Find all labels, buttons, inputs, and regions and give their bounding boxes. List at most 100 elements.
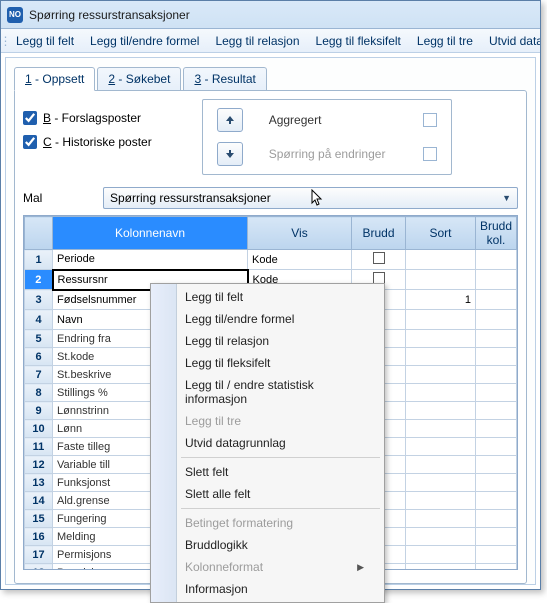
table-row[interactable]: 1PeriodeKode bbox=[25, 250, 517, 270]
context-item[interactable]: Legg til fleksifelt bbox=[151, 352, 384, 374]
row-number[interactable]: 12 bbox=[25, 456, 53, 474]
header-brudd[interactable]: Brudd bbox=[352, 217, 406, 250]
cell-bruddkol[interactable] bbox=[476, 528, 517, 546]
aggregert-checkbox[interactable] bbox=[423, 113, 437, 127]
menubar: ⋮ Legg til felt Legg til/endre formel Le… bbox=[1, 29, 540, 53]
move-up-button[interactable] bbox=[217, 108, 243, 132]
cell-bruddkol[interactable] bbox=[476, 438, 517, 456]
menu-utvid[interactable]: Utvid datagrun bbox=[481, 32, 540, 50]
cell-bruddkol[interactable] bbox=[476, 250, 517, 270]
cell-bruddkol[interactable] bbox=[476, 384, 517, 402]
cell-sort[interactable] bbox=[406, 270, 476, 290]
context-item[interactable]: Slett felt bbox=[151, 461, 384, 483]
cell-name[interactable]: Periode bbox=[53, 250, 248, 270]
cell-sort[interactable] bbox=[406, 438, 476, 456]
tab-oppsett[interactable]: 1 - Oppsett bbox=[14, 67, 95, 91]
row-number[interactable]: 14 bbox=[25, 492, 53, 510]
row-number[interactable]: 18 bbox=[25, 564, 53, 571]
cell-vis[interactable]: Kode bbox=[248, 250, 352, 270]
row-number[interactable]: 3 bbox=[25, 290, 53, 310]
menu-fleksifelt[interactable]: Legg til fleksifelt bbox=[308, 32, 409, 50]
cell-bruddkol[interactable] bbox=[476, 290, 517, 310]
cell-bruddkol[interactable] bbox=[476, 366, 517, 384]
cell-sort[interactable] bbox=[406, 348, 476, 366]
row-number[interactable]: 16 bbox=[25, 528, 53, 546]
sporring-endringer-checkbox[interactable] bbox=[423, 147, 437, 161]
agg-row-up: Aggregert bbox=[217, 108, 437, 132]
cell-bruddkol[interactable] bbox=[476, 510, 517, 528]
chk-b-input[interactable] bbox=[23, 111, 37, 125]
cell-bruddkol[interactable] bbox=[476, 474, 517, 492]
tab-resultat[interactable]: 3 - Resultat bbox=[183, 67, 266, 91]
cell-bruddkol[interactable] bbox=[476, 330, 517, 348]
context-item[interactable]: Legg til / endre statistisk informasjon bbox=[151, 374, 384, 410]
cell-bruddkol[interactable] bbox=[476, 456, 517, 474]
checkbox-column: B - Forslagsposter C - Historiske poster bbox=[23, 99, 152, 175]
menu-endre-formel[interactable]: Legg til/endre formel bbox=[82, 32, 207, 50]
row-number[interactable]: 7 bbox=[25, 366, 53, 384]
context-item[interactable]: Legg til/endre formel bbox=[151, 308, 384, 330]
cell-bruddkol[interactable] bbox=[476, 564, 517, 571]
context-item[interactable]: Legg til felt bbox=[151, 286, 384, 308]
context-item[interactable]: Utvid datagrunnlag bbox=[151, 432, 384, 454]
cell-bruddkol[interactable] bbox=[476, 492, 517, 510]
cell-sort[interactable] bbox=[406, 310, 476, 330]
row-number[interactable]: 10 bbox=[25, 420, 53, 438]
header-corner[interactable] bbox=[25, 217, 53, 250]
row-number[interactable]: 17 bbox=[25, 546, 53, 564]
cell-brudd[interactable] bbox=[352, 250, 406, 270]
context-item-label: Legg til felt bbox=[185, 290, 243, 304]
row-number[interactable]: 15 bbox=[25, 510, 53, 528]
cell-sort[interactable] bbox=[406, 420, 476, 438]
menu-legg-til-felt[interactable]: Legg til felt bbox=[8, 32, 82, 50]
context-item-label: Legg til relasjon bbox=[185, 334, 269, 348]
chk-c-input[interactable] bbox=[23, 135, 37, 149]
cell-sort[interactable] bbox=[406, 330, 476, 348]
cell-sort[interactable]: 1 bbox=[406, 290, 476, 310]
header-kolonnenavn[interactable]: Kolonnenavn bbox=[53, 217, 248, 250]
cell-sort[interactable] bbox=[406, 528, 476, 546]
cell-bruddkol[interactable] bbox=[476, 310, 517, 330]
cell-sort[interactable] bbox=[406, 546, 476, 564]
row-number[interactable]: 13 bbox=[25, 474, 53, 492]
cell-sort[interactable] bbox=[406, 456, 476, 474]
cell-sort[interactable] bbox=[406, 492, 476, 510]
row-number[interactable]: 9 bbox=[25, 402, 53, 420]
cell-bruddkol[interactable] bbox=[476, 546, 517, 564]
header-vis[interactable]: Vis bbox=[248, 217, 352, 250]
header-bruddkol[interactable]: Brudd kol. bbox=[476, 217, 517, 250]
cell-sort[interactable] bbox=[406, 564, 476, 571]
cell-sort[interactable] bbox=[406, 366, 476, 384]
cell-sort[interactable] bbox=[406, 474, 476, 492]
context-item[interactable]: Legg til relasjon bbox=[151, 330, 384, 352]
mal-dropdown[interactable]: Spørring ressurstransaksjoner ▼ bbox=[103, 187, 518, 209]
row-number[interactable]: 6 bbox=[25, 348, 53, 366]
move-down-button[interactable] bbox=[217, 142, 243, 166]
chk-historiske[interactable]: C - Historiske poster bbox=[23, 135, 152, 149]
row-number[interactable]: 11 bbox=[25, 438, 53, 456]
header-sort[interactable]: Sort bbox=[406, 217, 476, 250]
tab-sokebet[interactable]: 2 - Søkebet bbox=[97, 67, 181, 91]
row-number[interactable]: 4 bbox=[25, 310, 53, 330]
row-number[interactable]: 5 bbox=[25, 330, 53, 348]
chk-forslagsposter[interactable]: B - Forslagsposter bbox=[23, 111, 152, 125]
row-number[interactable]: 2 bbox=[25, 270, 53, 290]
cell-bruddkol[interactable] bbox=[476, 402, 517, 420]
cell-bruddkol[interactable] bbox=[476, 348, 517, 366]
context-item[interactable]: Slett alle felt bbox=[151, 483, 384, 505]
menu-relasjon[interactable]: Legg til relasjon bbox=[207, 32, 307, 50]
row-number[interactable]: 8 bbox=[25, 384, 53, 402]
context-item[interactable]: Informasjon bbox=[151, 578, 384, 600]
cell-bruddkol[interactable] bbox=[476, 420, 517, 438]
row-number[interactable]: 1 bbox=[25, 250, 53, 270]
cell-sort[interactable] bbox=[406, 384, 476, 402]
agg-row-down: Spørring på endringer bbox=[217, 142, 437, 166]
context-item: Legg til tre bbox=[151, 410, 384, 432]
cell-bruddkol[interactable] bbox=[476, 270, 517, 290]
menu-tre[interactable]: Legg til tre bbox=[409, 32, 481, 50]
cell-sort[interactable] bbox=[406, 510, 476, 528]
context-item[interactable]: Bruddlogikk bbox=[151, 534, 384, 556]
cell-sort[interactable] bbox=[406, 402, 476, 420]
checkbox-icon[interactable] bbox=[373, 252, 385, 264]
cell-sort[interactable] bbox=[406, 250, 476, 270]
